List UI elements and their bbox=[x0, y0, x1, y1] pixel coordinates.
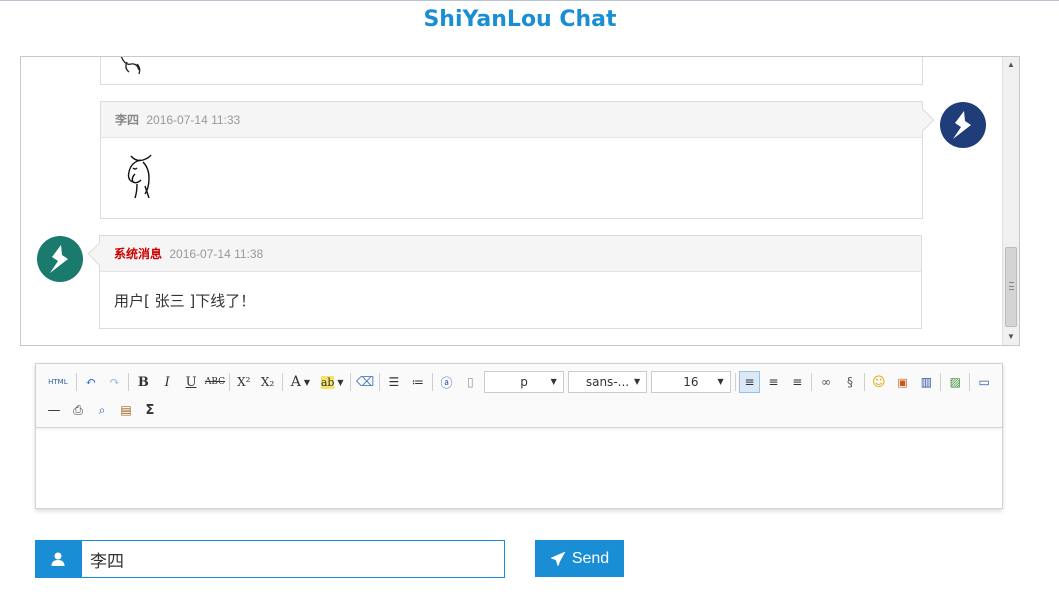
source-html-button[interactable]: HTML bbox=[43, 371, 73, 393]
scroll-thumb[interactable] bbox=[1005, 247, 1017, 327]
superscript-icon[interactable]: X² bbox=[233, 371, 255, 393]
strikethrough-icon[interactable]: ABC bbox=[204, 371, 226, 393]
underline-icon[interactable]: U bbox=[180, 371, 202, 393]
paste-icon[interactable]: ▤ bbox=[115, 399, 137, 421]
link-icon[interactable]: ∞ bbox=[815, 371, 837, 393]
unordered-list-icon[interactable]: ≔ bbox=[407, 371, 429, 393]
sticker-icon bbox=[127, 154, 152, 199]
emotion-icon[interactable]: ☺ bbox=[868, 371, 890, 393]
anchor-icon[interactable]: ⓐ bbox=[436, 371, 458, 393]
formula-icon[interactable]: Σ bbox=[139, 399, 161, 421]
chat-panel[interactable]: 李四 2016-07-14 11:33 系统消息 2016-07-14 11:3… bbox=[20, 56, 1020, 346]
message-card: 李四 2016-07-14 11:33 bbox=[100, 101, 935, 220]
message-card-partial bbox=[100, 57, 923, 88]
user-icon bbox=[35, 540, 81, 578]
message-time: 2016-07-14 11:33 bbox=[146, 113, 241, 127]
message-time: 2016-07-14 11:38 bbox=[169, 247, 264, 261]
scroll-up-icon[interactable]: ▲ bbox=[1003, 57, 1019, 73]
message-sender: 系统消息 bbox=[114, 247, 163, 261]
send-button-label: Send bbox=[571, 549, 610, 567]
undo-icon[interactable]: ↶ bbox=[80, 371, 102, 393]
message-header: 李四 2016-07-14 11:33 bbox=[101, 102, 922, 138]
sticker-image-partial bbox=[101, 57, 922, 88]
editor-content-area[interactable] bbox=[36, 428, 1002, 508]
chat-scrollbar[interactable]: ▲ ▼ bbox=[1002, 57, 1019, 345]
avatar bbox=[37, 236, 83, 282]
message-text: 用户[ 张三 ]下线了！ bbox=[114, 292, 256, 310]
image-icon[interactable]: ▣ bbox=[892, 371, 914, 393]
sticker-icon bbox=[120, 57, 141, 75]
username-group bbox=[35, 540, 505, 578]
unlink-icon[interactable]: § bbox=[839, 371, 861, 393]
justify-center-icon[interactable]: ≡ bbox=[762, 371, 784, 393]
ordered-list-icon[interactable]: ☰ bbox=[383, 371, 405, 393]
avatar bbox=[940, 102, 986, 148]
shiyanlou-logo-icon bbox=[50, 245, 68, 273]
app-title: ShiYanLou Chat bbox=[423, 7, 617, 32]
print-icon[interactable]: ⎙ bbox=[67, 399, 89, 421]
justify-right-icon[interactable]: ≡ bbox=[786, 371, 808, 393]
font-size-select[interactable]: 16 ▼ bbox=[651, 371, 731, 393]
redo-icon[interactable]: ↷ bbox=[104, 371, 126, 393]
forecolor-icon[interactable]: A ▼ bbox=[286, 371, 316, 393]
message-sender: 李四 bbox=[115, 113, 140, 127]
eraser-icon[interactable]: ⌫ bbox=[354, 371, 376, 393]
message-card: 系统消息 2016-07-14 11:38 用户[ 张三 ]下线了！ bbox=[87, 235, 922, 329]
search-preview-icon[interactable]: ⌕ bbox=[91, 399, 113, 421]
message-body bbox=[101, 138, 922, 220]
backcolor-icon[interactable]: ab ▼ bbox=[317, 371, 347, 393]
justify-left-icon[interactable]: ≡ bbox=[738, 371, 761, 393]
subscript-icon[interactable]: X₂ bbox=[257, 371, 279, 393]
preview-screen-icon[interactable]: ▭ bbox=[973, 371, 995, 393]
horizontal-rule-icon[interactable]: — bbox=[43, 399, 65, 421]
message-header: 系统消息 2016-07-14 11:38 bbox=[100, 236, 921, 272]
insert-image-icon[interactable]: ▨ bbox=[944, 371, 966, 393]
italic-icon[interactable]: I bbox=[156, 371, 178, 393]
scroll-down-icon[interactable]: ▼ bbox=[1003, 329, 1019, 345]
shiyanlou-logo-icon bbox=[953, 111, 971, 139]
send-button[interactable]: Send bbox=[535, 540, 624, 577]
video-icon[interactable]: ▥ bbox=[916, 371, 938, 393]
paper-plane-icon bbox=[550, 550, 566, 567]
rich-text-editor[interactable]: HTML ↶ ↷ B I U ABC X² X₂ A ▼ ab ▼ ⌫ ☰ ≔ ⓐ … bbox=[35, 363, 1003, 509]
editor-toolbar: HTML ↶ ↷ B I U ABC X² X₂ A ▼ ab ▼ ⌫ ☰ ≔ ⓐ … bbox=[36, 364, 1002, 428]
font-family-select[interactable]: sans-... ▼ bbox=[567, 371, 648, 393]
bold-icon[interactable]: B bbox=[132, 371, 154, 393]
page-icon[interactable]: ▯ bbox=[459, 371, 481, 393]
paragraph-select[interactable]: p ▼ bbox=[484, 371, 564, 393]
username-input[interactable] bbox=[81, 540, 505, 578]
